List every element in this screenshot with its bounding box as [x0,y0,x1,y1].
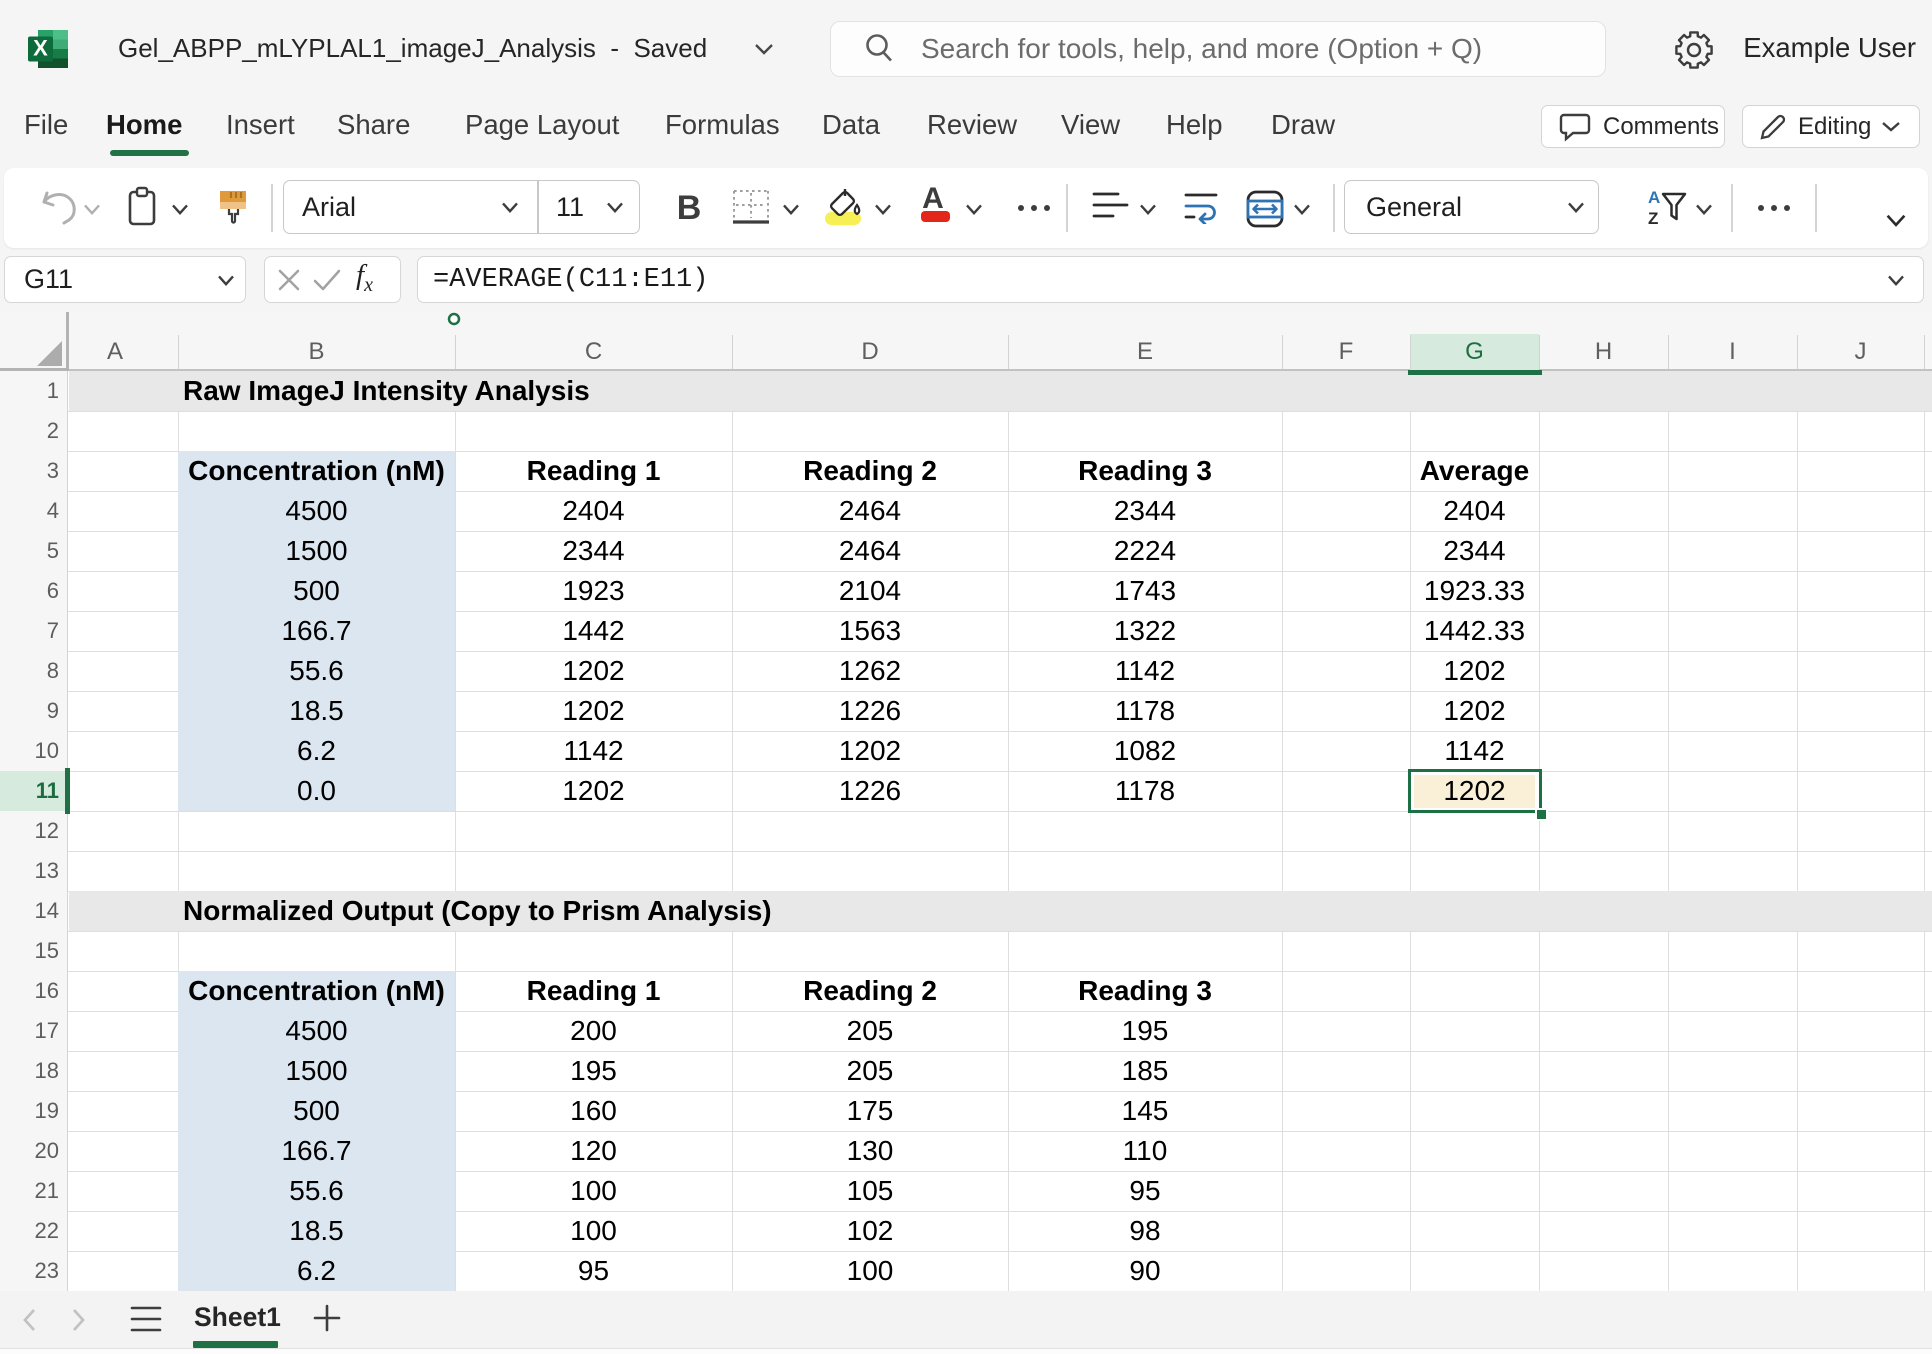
svg-text:Z: Z [1648,209,1658,228]
svg-text:X: X [33,36,48,61]
svg-text:A: A [1648,188,1660,207]
